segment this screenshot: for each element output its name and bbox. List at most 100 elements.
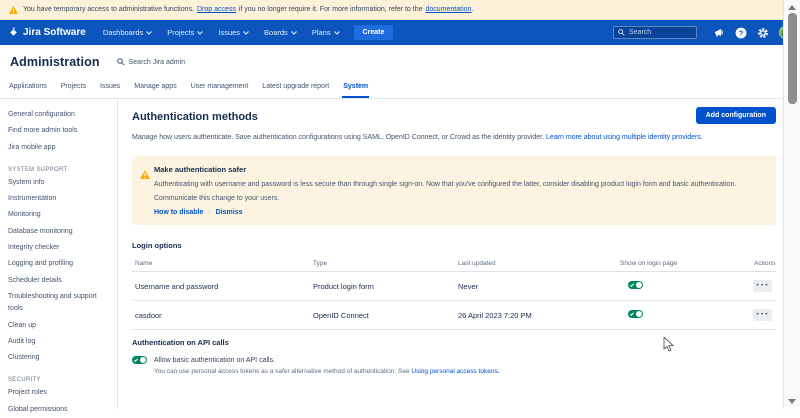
- api-auth-subtext: You can use personal access tokens as a …: [154, 368, 776, 375]
- row-last-updated: 26 April 2023 7:20 PM: [455, 311, 617, 320]
- show-on-login-toggle[interactable]: [628, 310, 643, 318]
- sidebar-item-logging-and-profiling[interactable]: Logging and profiling: [0, 256, 117, 272]
- check-icon: [630, 312, 634, 316]
- admin-header: Administration Search Jira admin Applica…: [0, 45, 800, 99]
- main-content: Authentication methods Add configuration…: [132, 99, 776, 375]
- login-options-title: Login options: [132, 241, 776, 250]
- sidebar-item-audit-log[interactable]: Audit log: [0, 334, 117, 350]
- sidebar-section-system-support: SYSTEM SUPPORT: [0, 165, 117, 175]
- admin-search-input[interactable]: Search Jira admin: [117, 58, 185, 66]
- jira-logo-icon: [8, 27, 19, 38]
- row-actions-button[interactable]: •••: [753, 280, 772, 292]
- scroll-down-icon[interactable]: [788, 399, 796, 404]
- table-row: casdoor OpenID Connect 26 April 2023 7:2…: [132, 301, 776, 330]
- column-header-name: Name: [132, 260, 310, 267]
- toggle-knob: [636, 282, 642, 288]
- search-icon: [117, 58, 125, 66]
- personal-access-tokens-link[interactable]: Using personal access tokens.: [411, 368, 499, 375]
- navbar-menus: Dashboards Projects Issues Boards Plans: [103, 28, 340, 37]
- row-actions-button[interactable]: •••: [753, 309, 772, 321]
- sidebar-item-instrumentation[interactable]: Instrumentation: [0, 191, 117, 207]
- sidebar-item-global-permissions[interactable]: Global permissions: [0, 402, 117, 418]
- menu-dashboards[interactable]: Dashboards: [103, 28, 152, 37]
- tab-applications[interactable]: Applications: [8, 78, 48, 98]
- search-input[interactable]: Search: [613, 26, 697, 39]
- sidebar-item-general-configuration[interactable]: General configuration: [0, 107, 117, 123]
- warning-title: Make authentication safer: [154, 165, 736, 174]
- menu-issues[interactable]: Issues: [218, 28, 249, 37]
- warning-body-1: Authenticating with username and passwor…: [154, 180, 736, 189]
- check-icon: [630, 283, 634, 287]
- page-title: Administration: [10, 55, 100, 69]
- chevron-down-icon: [197, 31, 203, 35]
- how-to-disable-link[interactable]: How to disable: [154, 209, 203, 216]
- dismiss-link[interactable]: Dismiss: [216, 209, 243, 216]
- sidebar-item-monitoring[interactable]: Monitoring: [0, 207, 117, 223]
- jira-logo[interactable]: Jira Software: [8, 27, 86, 38]
- sidebar-item-clustering[interactable]: Clustering: [0, 350, 117, 366]
- toggle-knob: [140, 357, 146, 363]
- create-button[interactable]: Create: [354, 25, 394, 40]
- sidebar-item-jira-mobile-app[interactable]: Jira mobile app: [0, 140, 117, 156]
- jira-logo-text: Jira Software: [23, 27, 86, 38]
- tab-manage-apps[interactable]: Manage apps: [133, 78, 177, 98]
- check-icon: [134, 358, 138, 362]
- tab-latest-upgrade-report[interactable]: Latest upgrade report: [261, 78, 330, 98]
- announcements-icon[interactable]: [713, 27, 725, 39]
- login-options-table: Name Type Last updated Show on login pag…: [132, 255, 776, 330]
- tab-projects[interactable]: Projects: [60, 78, 87, 98]
- warning-body-2: Communicate this change to your users.: [154, 194, 736, 203]
- table-row: Username and password Product login form…: [132, 272, 776, 301]
- scroll-up-icon[interactable]: [788, 5, 796, 10]
- make-auth-safer-message: Make authentication safer Authenticating…: [132, 156, 776, 225]
- documentation-link[interactable]: documentation: [426, 6, 472, 13]
- tab-system[interactable]: System: [342, 78, 369, 98]
- sidebar-item-clean-up[interactable]: Clean up: [0, 318, 117, 334]
- show-on-login-toggle[interactable]: [628, 281, 643, 289]
- admin-sidebar: General configuration Find more admin to…: [0, 99, 118, 409]
- api-toggle-label: Allow basic authentication on API calls.: [154, 357, 275, 364]
- sidebar-item-database-monitoring[interactable]: Database monitoring: [0, 224, 117, 240]
- description-text: Manage how users authenticate. Save auth…: [132, 134, 544, 141]
- sidebar-section-security: SECURITY: [0, 375, 117, 385]
- chevron-down-icon: [291, 31, 297, 35]
- sidebar-item-integrity-checker[interactable]: Integrity checker: [0, 240, 117, 256]
- basic-auth-api-toggle[interactable]: [132, 356, 147, 364]
- sidebar-item-scheduler-details[interactable]: Scheduler details: [0, 273, 117, 289]
- api-auth-title: Authentication on API calls: [132, 338, 776, 347]
- add-configuration-button[interactable]: Add configuration: [696, 107, 776, 124]
- search-icon: [618, 29, 625, 36]
- sidebar-item-system-info[interactable]: System info: [0, 175, 117, 191]
- scrollbar-thumb[interactable]: [788, 13, 797, 104]
- warning-icon: [9, 6, 18, 14]
- row-last-updated: Never: [455, 282, 617, 291]
- sidebar-item-troubleshooting[interactable]: Troubleshooting and support tools: [0, 289, 117, 318]
- toggle-knob: [636, 311, 642, 317]
- chevron-down-icon: [334, 31, 340, 35]
- row-name: Username and password: [132, 282, 310, 291]
- drop-access-link[interactable]: Drop access: [197, 6, 236, 13]
- menu-label: Plans: [312, 28, 331, 37]
- sidebar-item-project-roles[interactable]: Project roles: [0, 385, 117, 401]
- help-icon[interactable]: ?: [735, 27, 747, 39]
- tab-user-management[interactable]: User management: [190, 78, 250, 98]
- section-description: Manage how users authenticate. Save auth…: [132, 133, 776, 143]
- search-placeholder: Search: [629, 29, 651, 36]
- learn-more-link[interactable]: Learn more about using multiple identity…: [546, 134, 703, 141]
- column-header-actions: Actions: [751, 260, 776, 267]
- tab-issues[interactable]: Issues: [99, 78, 121, 98]
- admin-search-label: Search Jira admin: [129, 59, 185, 66]
- gear-icon[interactable]: [757, 27, 769, 39]
- menu-label: Boards: [264, 28, 288, 37]
- vertical-scrollbar[interactable]: [783, 0, 800, 409]
- menu-projects[interactable]: Projects: [167, 28, 203, 37]
- menu-boards[interactable]: Boards: [264, 28, 297, 37]
- row-type: Product login form: [310, 282, 455, 291]
- temporary-access-banner: You have temporary access to administrat…: [0, 0, 800, 20]
- sidebar-item-find-more-admin-tools[interactable]: Find more admin tools: [0, 123, 117, 139]
- svg-text:?: ?: [739, 28, 744, 37]
- column-header-type: Type: [310, 260, 455, 267]
- chevron-down-icon: [243, 31, 249, 35]
- menu-plans[interactable]: Plans: [312, 28, 340, 37]
- banner-text-middle: if you no longer require it. For more in…: [239, 6, 423, 13]
